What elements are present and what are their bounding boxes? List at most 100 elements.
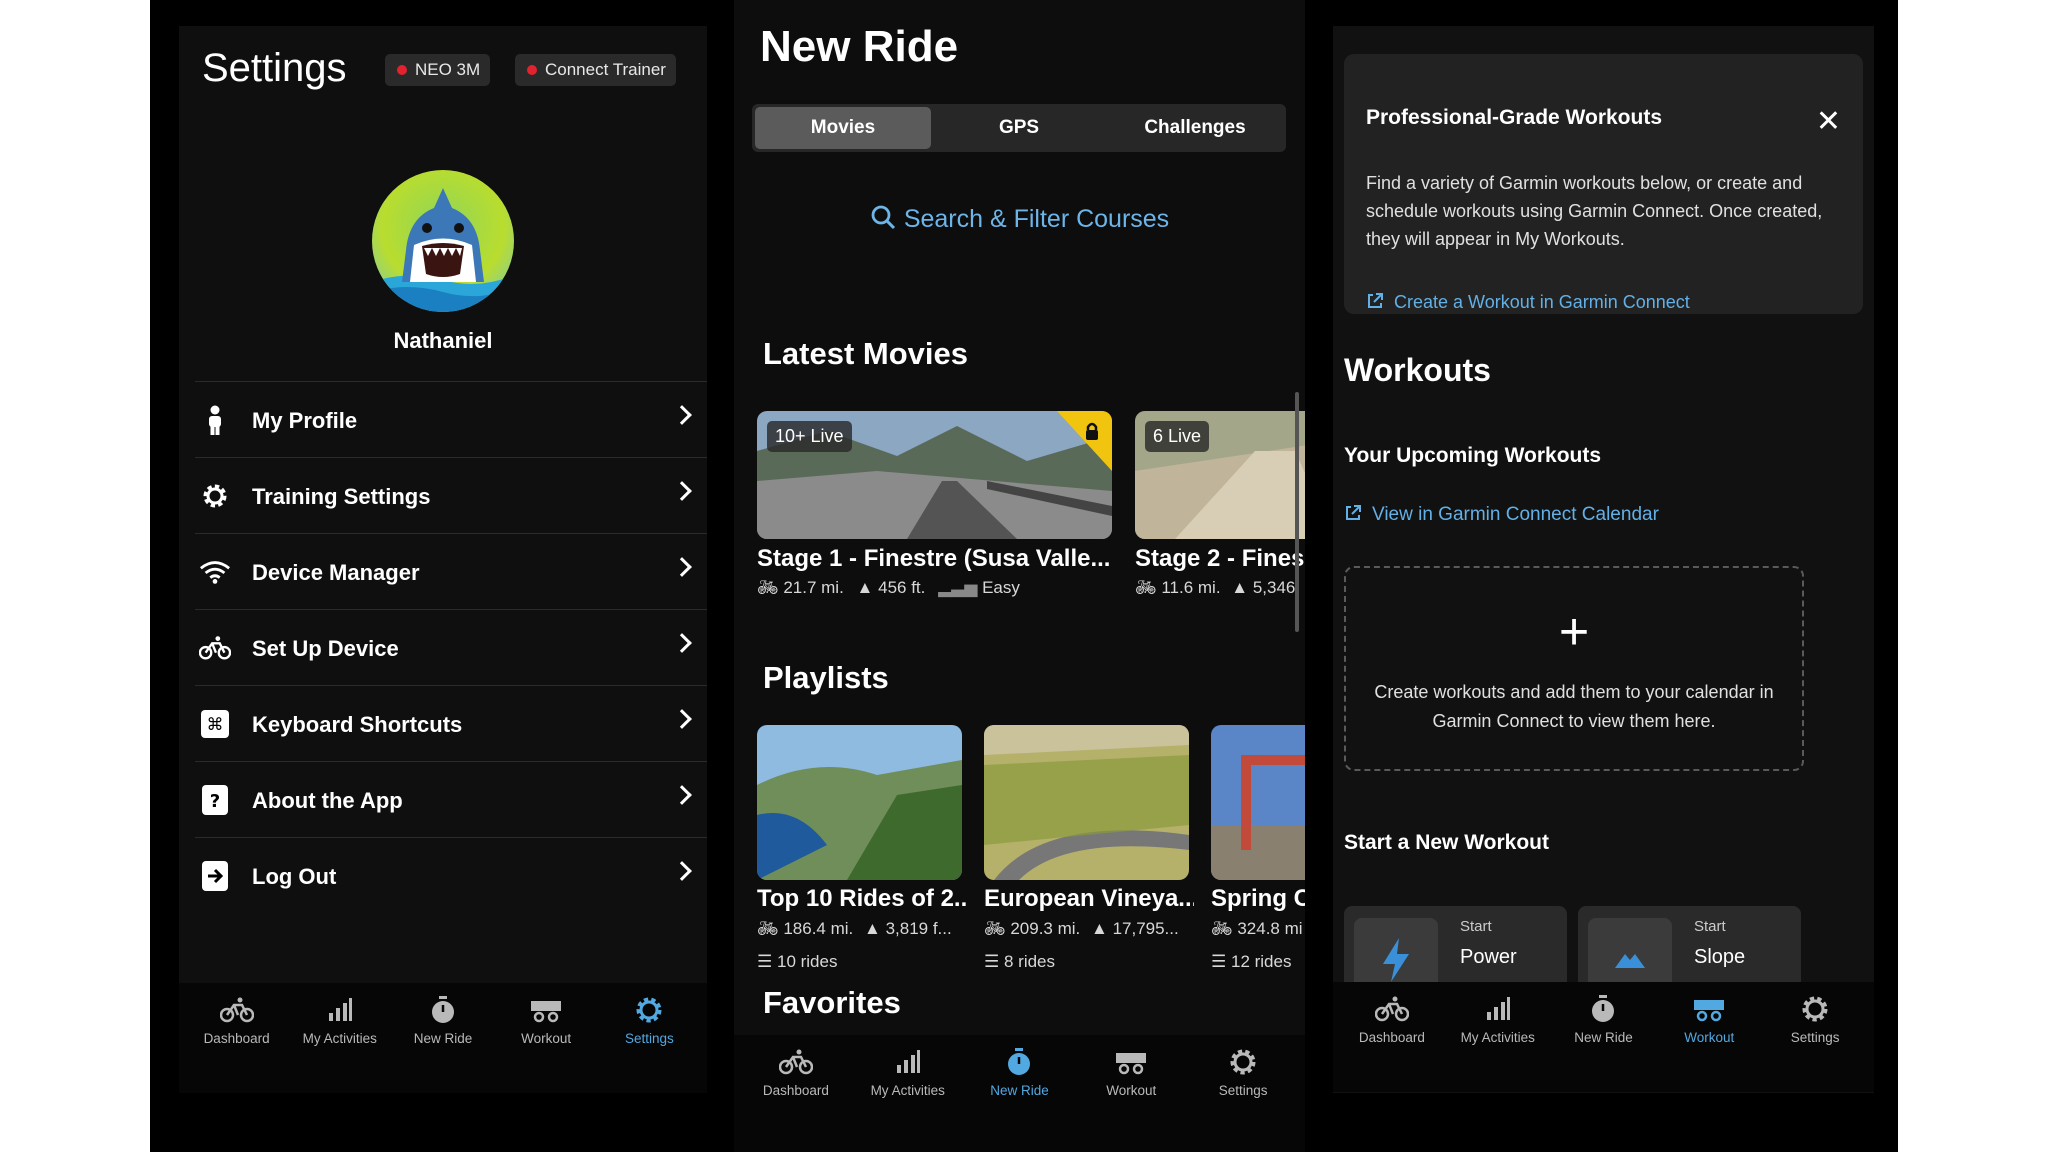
- playlist-title[interactable]: European Vineya...: [984, 885, 1194, 913]
- movie-title[interactable]: Stage 2 - Fines: [1135, 545, 1305, 573]
- difficulty-icon: ▂▃▅: [938, 578, 978, 597]
- section-title-favorites: Favorites: [763, 985, 901, 1020]
- tab-workout[interactable]: Workout: [1656, 982, 1762, 1092]
- chevron-right-icon: [672, 557, 692, 577]
- external-link-icon: [1368, 293, 1383, 308]
- playlist-ride-count: ☰ 10 rides: [757, 952, 967, 972]
- bike-icon: [1374, 996, 1409, 1022]
- calendar-link[interactable]: View in Garmin Connect Calendar: [1344, 504, 1659, 526]
- tab-label: New Ride: [413, 1031, 473, 1046]
- bar-chart-icon: [896, 1050, 920, 1073]
- menu-item-my-profile[interactable]: My Profile: [195, 381, 707, 457]
- device-chip[interactable]: NEO 3M: [385, 54, 491, 86]
- tab-settings[interactable]: Settings: [598, 983, 701, 1093]
- empty-workouts-placeholder[interactable]: + Create workouts and add them to your c…: [1344, 566, 1804, 771]
- tab-my-activities[interactable]: My Activities: [852, 1035, 964, 1152]
- segment-gps[interactable]: GPS: [931, 107, 1107, 149]
- menu-item-keyboard-shortcuts[interactable]: ⌘ Keyboard Shortcuts: [195, 685, 707, 761]
- section-title-latest-movies: Latest Movies: [763, 336, 969, 371]
- card-kicker: Start: [1460, 918, 1492, 935]
- bike-icon: 🚲︎: [757, 919, 779, 938]
- movie-stats: 🚲︎ 21.7 mi. ▲ 456 ft. ▂▃▅ Easy: [757, 578, 1117, 598]
- movie-card-thumbnail[interactable]: 6 Live: [1135, 411, 1305, 539]
- playlist-card-thumbnail[interactable]: [757, 725, 962, 880]
- ride-count: 8 rides: [1003, 952, 1056, 971]
- tab-workout[interactable]: Workout: [495, 983, 598, 1093]
- tab-settings[interactable]: Settings: [1762, 982, 1868, 1092]
- avatar[interactable]: [372, 170, 514, 312]
- chevron-right-icon: [672, 861, 692, 881]
- mountain-icon: ▲: [1231, 578, 1249, 597]
- command-key-icon: ⌘: [199, 708, 231, 740]
- tab-new-ride[interactable]: New Ride: [391, 983, 494, 1093]
- tab-label: Dashboard: [1358, 1030, 1425, 1045]
- menu-item-device-manager[interactable]: Device Manager: [195, 533, 707, 609]
- bottom-tab-bar: Dashboard My Activities New Ride Workout…: [179, 983, 707, 1093]
- live-badge: 6 Live: [1145, 421, 1210, 452]
- tab-settings[interactable]: Settings: [1187, 1035, 1299, 1152]
- live-badge: 10+ Live: [767, 421, 852, 452]
- mountain-icon: ▲: [1091, 919, 1108, 938]
- segment-movies[interactable]: Movies: [755, 107, 931, 149]
- create-workout-link[interactable]: Create a Workout in Garmin Connect: [1366, 292, 1690, 313]
- banner-description: Find a variety of Garmin workouts below,…: [1366, 173, 1823, 249]
- chevron-right-icon: [672, 481, 692, 501]
- tab-my-activities[interactable]: My Activities: [1445, 982, 1551, 1092]
- menu-item-label: Training Settings: [252, 484, 431, 509]
- logout-icon: [199, 860, 231, 892]
- playlist-title[interactable]: Spring C: [1211, 885, 1305, 913]
- menu-item-training-settings[interactable]: Training Settings: [195, 457, 707, 533]
- close-icon[interactable]: ✕: [1816, 104, 1841, 139]
- playlist-thumbnail-image: [984, 725, 1189, 880]
- playlist-title[interactable]: Top 10 Rides of 2...: [757, 885, 967, 913]
- tab-my-activities[interactable]: My Activities: [288, 983, 391, 1093]
- link-label: Create a Workout in Garmin Connect: [1394, 292, 1690, 312]
- workout-icon: [531, 1001, 562, 1023]
- list-icon: ☰: [984, 952, 1000, 971]
- tab-label: My Activities: [1460, 1030, 1535, 1045]
- tab-dashboard[interactable]: Dashboard: [1339, 982, 1445, 1092]
- segment-challenges[interactable]: Challenges: [1107, 107, 1283, 149]
- menu-item-log-out[interactable]: Log Out: [195, 837, 707, 913]
- menu-item-about[interactable]: ? About the App: [195, 761, 707, 837]
- chevron-right-icon: [672, 633, 692, 653]
- gear-icon: [636, 997, 662, 1023]
- movie-title[interactable]: Stage 1 - Finestre (Susa Valle...: [757, 545, 1117, 573]
- workout-screen: Professional-Grade Workouts ✕ Find a var…: [1333, 26, 1874, 1093]
- playlist-ride-count: ☰ 8 rides: [984, 952, 1194, 972]
- svg-text:?: ?: [210, 791, 220, 812]
- search-filter-button[interactable]: Search & Filter Courses: [734, 204, 1305, 234]
- tab-new-ride[interactable]: New Ride: [1551, 982, 1657, 1092]
- elevation: 17,795...: [1112, 919, 1179, 938]
- connect-trainer-chip[interactable]: Connect Trainer: [515, 54, 676, 86]
- tab-new-ride[interactable]: New Ride: [964, 1035, 1076, 1152]
- bike-icon: 🚲︎: [984, 919, 1006, 938]
- tab-label: Settings: [624, 1031, 674, 1046]
- section-title-playlists: Playlists: [763, 660, 889, 695]
- tab-label: My Activities: [302, 1031, 377, 1046]
- bike-icon: [219, 997, 254, 1023]
- menu-item-label: Log Out: [252, 864, 337, 889]
- tab-dashboard[interactable]: Dashboard: [185, 983, 288, 1093]
- difficulty: Easy: [982, 578, 1020, 597]
- tab-label: Settings: [1218, 1083, 1268, 1098]
- segmented-control: Movies GPS Challenges: [752, 104, 1286, 152]
- movie-card-thumbnail[interactable]: 10+ Live: [757, 411, 1112, 539]
- distance: 11.6 mi.: [1161, 578, 1221, 597]
- tab-workout[interactable]: Workout: [1075, 1035, 1187, 1152]
- chevron-right-icon: [672, 785, 692, 805]
- scrollbar[interactable]: [1295, 392, 1299, 632]
- mountain-icon: ▲: [856, 578, 874, 597]
- mountain-icon: ▲: [864, 919, 881, 938]
- section-title-upcoming: Your Upcoming Workouts: [1344, 444, 1602, 467]
- wifi-icon: [199, 556, 231, 588]
- movie-stats: 🚲︎ 11.6 mi. ▲ 5,346: [1135, 578, 1305, 598]
- tab-dashboard[interactable]: Dashboard: [740, 1035, 852, 1152]
- tab-label: Dashboard: [203, 1031, 270, 1046]
- menu-item-set-up-device[interactable]: Set Up Device: [195, 609, 707, 685]
- chevron-right-icon: [672, 405, 692, 425]
- playlist-stats: 🚲︎ 324.8 mi: [1211, 919, 1305, 939]
- empty-message: Create workouts and add them to your cal…: [1374, 682, 1774, 731]
- playlist-card-thumbnail[interactable]: [1211, 725, 1305, 880]
- playlist-card-thumbnail[interactable]: [984, 725, 1189, 880]
